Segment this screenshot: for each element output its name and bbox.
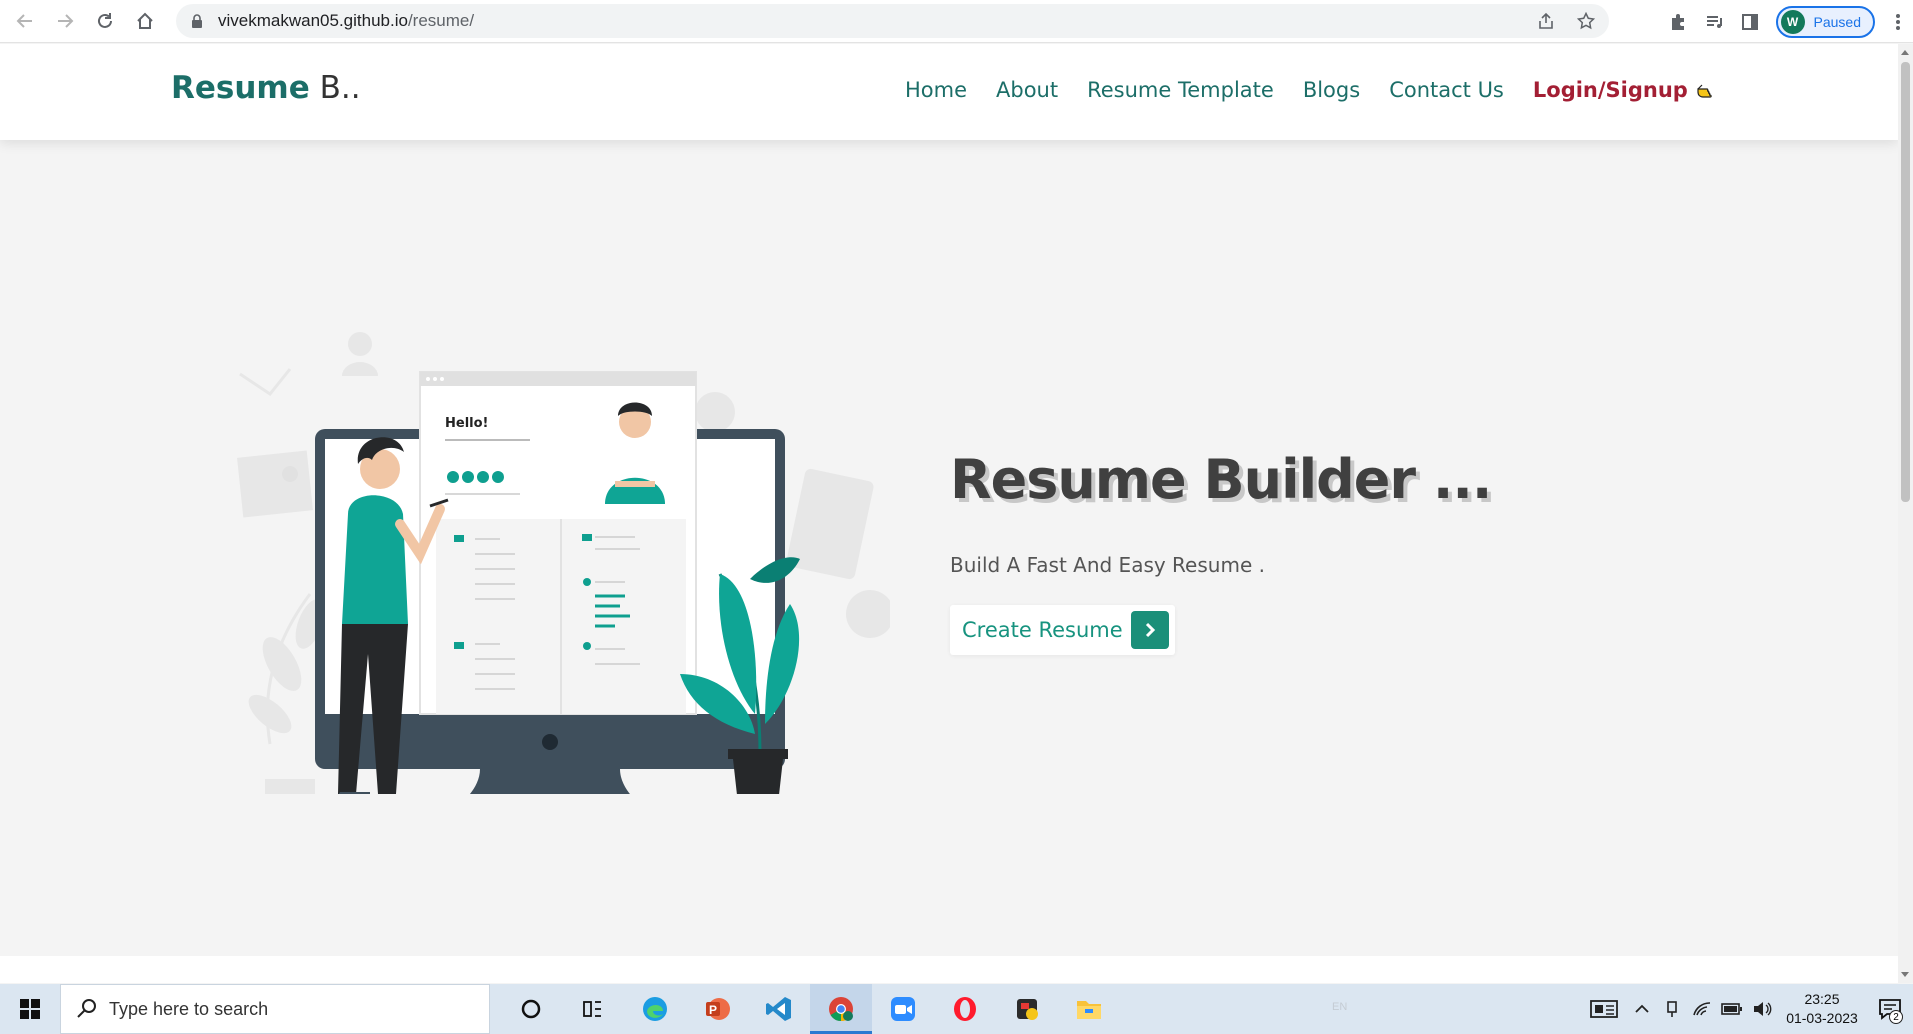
back-button[interactable] xyxy=(10,6,40,36)
back-arrow-icon xyxy=(16,14,32,28)
pinned-apps: P xyxy=(500,984,1120,1034)
chevron-up-icon[interactable] xyxy=(1627,984,1657,1034)
search-icon xyxy=(77,999,96,1018)
media-player-icon xyxy=(1017,999,1038,1020)
file-explorer-app[interactable] xyxy=(1058,984,1120,1034)
clock-date: 01-03-2023 xyxy=(1786,1010,1858,1026)
windows-start-button[interactable] xyxy=(0,984,60,1034)
windows-logo-icon xyxy=(20,999,40,1019)
cortana-button[interactable] xyxy=(500,984,562,1034)
create-resume-button[interactable]: Create Resume xyxy=(950,605,1175,655)
opera-app[interactable] xyxy=(934,984,996,1034)
edge-icon xyxy=(643,997,667,1021)
nav-about[interactable]: About xyxy=(996,78,1058,104)
nav-home[interactable]: Home xyxy=(905,78,967,104)
edge-app[interactable] xyxy=(624,984,686,1034)
home-button[interactable] xyxy=(130,6,160,36)
folder-icon xyxy=(1077,1001,1101,1019)
task-view-icon xyxy=(583,1001,601,1017)
logo-light-text: B.. xyxy=(319,70,361,106)
language-indicator[interactable]: EN xyxy=(1332,1001,1347,1013)
wifi-icon[interactable] xyxy=(1687,984,1717,1034)
scroll-up-arrow[interactable] xyxy=(1901,50,1909,55)
search-placeholder: Type here to search xyxy=(109,998,269,1019)
main-nav: Home About Resume Template Blogs Contact… xyxy=(905,78,1722,104)
media-app[interactable] xyxy=(996,984,1058,1034)
profile-button[interactable]: W Paused xyxy=(1775,5,1875,38)
powerpoint-app[interactable]: P xyxy=(686,984,748,1034)
svg-text:P: P xyxy=(709,1003,717,1017)
powerpoint-icon: P xyxy=(706,998,730,1020)
scroll-down-arrow[interactable] xyxy=(1901,972,1909,977)
side-panel-icon[interactable] xyxy=(1732,4,1768,40)
chevron-right-icon xyxy=(1130,611,1169,649)
news-widget-icon[interactable] xyxy=(1581,984,1627,1034)
hero-text-block: Resume Builder ... Build A Fast And Easy… xyxy=(950,448,1492,655)
forward-button[interactable] xyxy=(50,6,80,36)
create-resume-label: Create Resume xyxy=(962,618,1123,642)
reload-button[interactable] xyxy=(90,6,120,36)
clock-time: 23:25 xyxy=(1804,991,1840,1007)
zoom-app[interactable] xyxy=(872,984,934,1034)
url-host: vivekmakwan05.github.io xyxy=(218,11,408,30)
task-view-button[interactable] xyxy=(562,984,624,1034)
taskbar-search-box[interactable]: Type here to search xyxy=(60,984,490,1034)
cortana-circle-icon xyxy=(521,999,541,1019)
usb-device-icon[interactable] xyxy=(1657,984,1687,1034)
url-text: vivekmakwan05.github.io/resume/ xyxy=(218,11,474,31)
monitor-stand xyxy=(470,769,630,794)
page-viewport: Resume B.. Home About Resume Template Bl… xyxy=(0,44,1898,983)
pointing-hand-icon xyxy=(1696,82,1722,104)
url-path: /resume/ xyxy=(407,11,475,30)
logo-bold-text: Resume xyxy=(171,70,310,106)
kebab-menu-icon[interactable] xyxy=(1883,4,1913,40)
browser-toolbar: vivekmakwan05.github.io/resume/ W Paused xyxy=(0,0,1913,43)
site-logo[interactable]: Resume B.. xyxy=(171,70,361,106)
forward-arrow-icon xyxy=(58,14,74,28)
home-icon xyxy=(137,12,153,29)
scroll-thumb[interactable] xyxy=(1901,62,1910,502)
bookmark-star-icon[interactable] xyxy=(1575,10,1597,32)
nav-blogs[interactable]: Blogs xyxy=(1303,78,1360,104)
notification-center-button[interactable]: 2 xyxy=(1867,984,1913,1034)
opera-icon xyxy=(954,997,976,1021)
chrome-icon xyxy=(829,997,853,1021)
battery-icon[interactable] xyxy=(1717,984,1747,1034)
hero-illustration: Hello! xyxy=(237,332,890,794)
avatar: W xyxy=(1780,9,1805,34)
next-section-edge xyxy=(0,956,1898,983)
windows-taskbar: Type here to search P EN 23:25 01-03-202… xyxy=(0,984,1913,1034)
system-tray: 23:25 01-03-2023 2 xyxy=(1581,984,1913,1034)
vscode-icon xyxy=(766,997,791,1021)
site-header: Resume B.. Home About Resume Template Bl… xyxy=(0,44,1898,140)
illustration-greeting: Hello! xyxy=(445,416,488,431)
hero-title: Resume Builder ... xyxy=(950,448,1492,511)
profile-status: Paused xyxy=(1813,13,1861,30)
hero-subtitle: Build A Fast And Easy Resume . xyxy=(950,553,1265,577)
nav-resume-template[interactable]: Resume Template xyxy=(1087,78,1274,104)
taskbar-clock[interactable]: 23:25 01-03-2023 xyxy=(1777,990,1867,1028)
share-icon[interactable] xyxy=(1535,10,1557,32)
nav-contact-us[interactable]: Contact Us xyxy=(1389,78,1504,104)
chrome-app[interactable] xyxy=(810,984,872,1034)
extensions-puzzle-icon[interactable] xyxy=(1660,4,1696,40)
vscode-app[interactable] xyxy=(748,984,810,1034)
nav-login-signup[interactable]: Login/Signup xyxy=(1533,78,1688,104)
reload-icon xyxy=(98,13,112,28)
zoom-icon xyxy=(891,997,915,1021)
media-queue-icon[interactable] xyxy=(1696,4,1732,40)
page-scrollbar[interactable] xyxy=(1898,44,1913,983)
notification-count-badge: 2 xyxy=(1889,1010,1903,1024)
lock-icon xyxy=(190,13,204,29)
address-bar[interactable]: vivekmakwan05.github.io/resume/ xyxy=(176,4,1609,38)
volume-icon[interactable] xyxy=(1747,984,1777,1034)
